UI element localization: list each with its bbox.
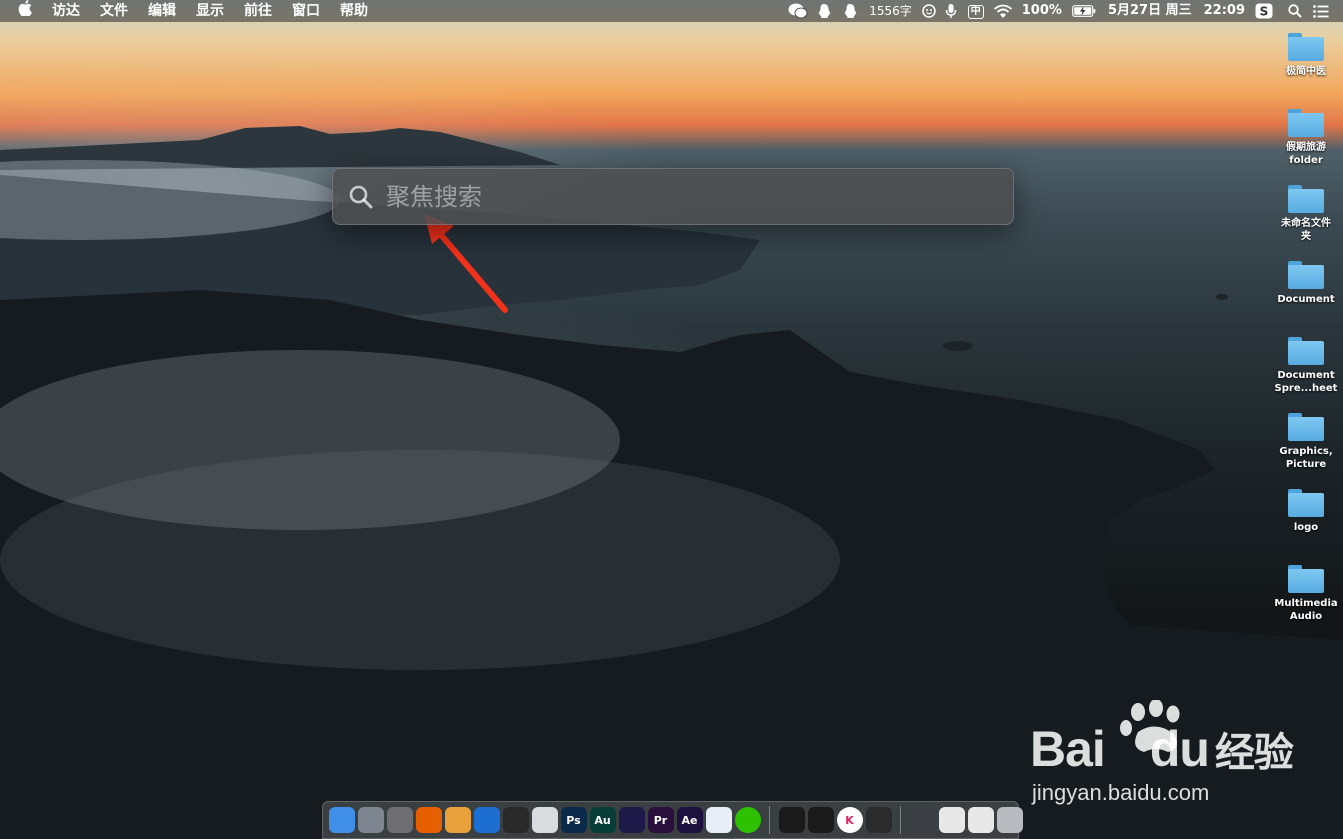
- folder-icon: [1288, 185, 1324, 213]
- photoshop-icon[interactable]: Ps: [560, 807, 587, 833]
- menu-window[interactable]: 窗口: [282, 0, 330, 22]
- final-cut-icon[interactable]: [502, 807, 529, 833]
- preview-icon[interactable]: [531, 807, 558, 833]
- apple-menu-icon[interactable]: [0, 0, 42, 22]
- search-icon: [349, 185, 373, 208]
- baidu-netdisk-icon[interactable]: [705, 807, 732, 833]
- menu-view[interactable]: 显示: [186, 0, 234, 22]
- menu-go[interactable]: 前往: [234, 0, 282, 22]
- folder-icon: [1288, 109, 1324, 137]
- date-display[interactable]: 5月27日 周三: [1100, 0, 1198, 22]
- spotlight-search-input[interactable]: [384, 181, 1013, 212]
- wifi-icon[interactable]: [993, 0, 1013, 22]
- battery-charging-icon[interactable]: [1071, 0, 1097, 22]
- desktop-folder-graphics[interactable]: Graphics, Picture: [1271, 413, 1341, 471]
- desktop-folder-document[interactable]: Document: [1271, 261, 1341, 306]
- screenshot-app-icon[interactable]: [865, 807, 892, 833]
- desktop-icon-label: Document: [1277, 294, 1335, 305]
- menu-file[interactable]: 文件: [90, 0, 138, 22]
- system-preferences-icon[interactable]: [386, 807, 413, 833]
- qq-status-icon-2[interactable]: [840, 0, 860, 22]
- watermark-url: jingyan.baidu.com: [1032, 780, 1210, 805]
- desktop-icon-label: 极简中医: [1286, 66, 1326, 77]
- folder-icon: [1288, 261, 1324, 289]
- qq-status-icon[interactable]: [814, 0, 834, 22]
- desktop-icon-label: logo: [1293, 522, 1319, 533]
- audition-icon[interactable]: Au: [589, 807, 616, 833]
- minimized-window-3-icon[interactable]: [967, 807, 994, 833]
- wechat-status-icon[interactable]: [788, 0, 808, 22]
- minimized-window-1-icon[interactable]: [909, 807, 936, 833]
- launchpad-icon[interactable]: [357, 807, 384, 833]
- spotlight-search-icon[interactable]: [1285, 0, 1305, 22]
- folder-icon: [1288, 337, 1324, 365]
- qq-icon[interactable]: [778, 807, 805, 833]
- desktop-icon-label: Graphics, Picture: [1279, 446, 1333, 470]
- dock-separator: [769, 806, 770, 834]
- folder-icon: [1288, 413, 1324, 441]
- desktop-icon-label: Document Spre...heet: [1274, 370, 1338, 394]
- red-annotation-arrow: [433, 226, 508, 313]
- char-count-status[interactable]: 1556字: [863, 0, 918, 22]
- premiere-icon[interactable]: Pr: [647, 807, 674, 833]
- folder-icon: [1288, 33, 1324, 61]
- microphone-icon[interactable]: [943, 0, 959, 22]
- desktop-icon-label: 假期旅游 folder: [1286, 142, 1326, 166]
- after-effects-icon[interactable]: Ae: [676, 807, 703, 833]
- desktop-icon-label: Multimedia Audio: [1274, 598, 1338, 622]
- s-app-icon[interactable]: S: [1254, 0, 1274, 22]
- dock-separator: [900, 806, 901, 834]
- input-method-label: 中: [967, 5, 984, 19]
- notification-center-icon[interactable]: [1311, 0, 1331, 22]
- emoji-icon[interactable]: [921, 0, 937, 22]
- time-display[interactable]: 22:09: [1198, 0, 1251, 22]
- k-app-icon[interactable]: K: [836, 807, 863, 833]
- finder-icon[interactable]: [328, 807, 355, 833]
- qq-alt-icon[interactable]: [807, 807, 834, 833]
- svg-text:S: S: [1260, 5, 1269, 19]
- spotlight-search-bar[interactable]: [332, 168, 1014, 225]
- firefox-icon[interactable]: [415, 807, 442, 833]
- wechat-icon[interactable]: [734, 807, 761, 833]
- chrome-icon[interactable]: [444, 807, 471, 833]
- desktop-folder-document-spreadsheet[interactable]: Document Spre...heet: [1271, 337, 1341, 395]
- menu-help[interactable]: 帮助: [330, 0, 378, 22]
- dock: Ps Au Pr Ae K: [322, 801, 1023, 839]
- desktop-folder-untitled[interactable]: 未命名文件 夹: [1271, 185, 1341, 243]
- desktop-folder-vacation[interactable]: 假期旅游 folder: [1271, 109, 1341, 167]
- watermark-brand-du: du: [1149, 721, 1210, 777]
- watermark-brand: Bai: [1030, 721, 1106, 777]
- menu-bar: 访达 文件 编辑 显示 前往 窗口 帮助 1556字 中 100% 5月27日 …: [0, 0, 1343, 22]
- quicktime-icon[interactable]: [473, 807, 500, 833]
- battery-percentage[interactable]: 100%: [1016, 0, 1068, 22]
- media-encoder-icon[interactable]: [618, 807, 645, 833]
- folder-icon: [1288, 489, 1324, 517]
- menu-edit[interactable]: 编辑: [138, 0, 186, 22]
- input-method-indicator[interactable]: 中: [962, 0, 990, 22]
- desktop-folder-multimedia[interactable]: Multimedia Audio: [1271, 565, 1341, 623]
- trash-icon[interactable]: [996, 807, 1023, 833]
- desktop-folder-jijian-zhongyi[interactable]: 极简中医: [1271, 33, 1341, 78]
- desktop-folder-logo[interactable]: logo: [1271, 489, 1341, 534]
- menu-finder[interactable]: 访达: [42, 0, 90, 22]
- watermark-suffix: 经验: [1214, 731, 1294, 775]
- baidu-jingyan-watermark: Bai du 经验 jingyan.baidu.com: [1030, 699, 1330, 810]
- minimized-window-2-icon[interactable]: [938, 807, 965, 833]
- folder-icon: [1288, 565, 1324, 593]
- desktop-icon-label: 未命名文件 夹: [1281, 218, 1331, 242]
